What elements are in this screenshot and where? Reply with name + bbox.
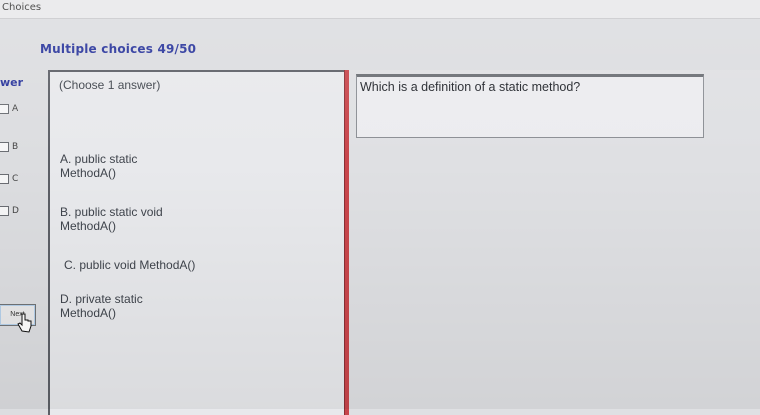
answer-checkbox-c[interactable]: C xyxy=(0,174,18,184)
checkbox-a[interactable] xyxy=(0,104,9,114)
option-c: C. public void MethodA() xyxy=(64,258,196,272)
answer-checkbox-d[interactable]: D xyxy=(0,206,19,216)
choices-panel: (Choose 1 answer) A. public static Metho… xyxy=(48,70,344,415)
option-b: B. public static void MethodA() xyxy=(60,205,163,233)
checkbox-d[interactable] xyxy=(0,206,9,216)
answer-checkbox-b[interactable]: B xyxy=(0,142,18,152)
checkbox-c-label: C xyxy=(12,174,19,184)
window-title: Choices xyxy=(2,2,42,13)
checkbox-a-label: A xyxy=(12,104,19,114)
choose-instruction: (Choose 1 answer) xyxy=(59,78,161,92)
page-title: Multiple choices 49/50 xyxy=(40,42,197,56)
option-d: D. private static MethodA() xyxy=(60,292,143,320)
window-titlebar: Choices xyxy=(0,0,760,19)
checkbox-d-label: D xyxy=(12,206,19,216)
checkbox-b-label: B xyxy=(12,142,19,152)
answer-checkbox-a[interactable]: A xyxy=(0,104,18,114)
checkbox-b[interactable] xyxy=(0,142,9,152)
answer-column-label: wer xyxy=(0,76,24,89)
question-text: Which is a definition of a static method… xyxy=(360,80,581,94)
checkbox-c[interactable] xyxy=(0,174,9,184)
option-a: A. public static MethodA() xyxy=(60,152,138,180)
hand-cursor-icon xyxy=(17,313,32,333)
question-box: Which is a definition of a static method… xyxy=(356,74,704,138)
